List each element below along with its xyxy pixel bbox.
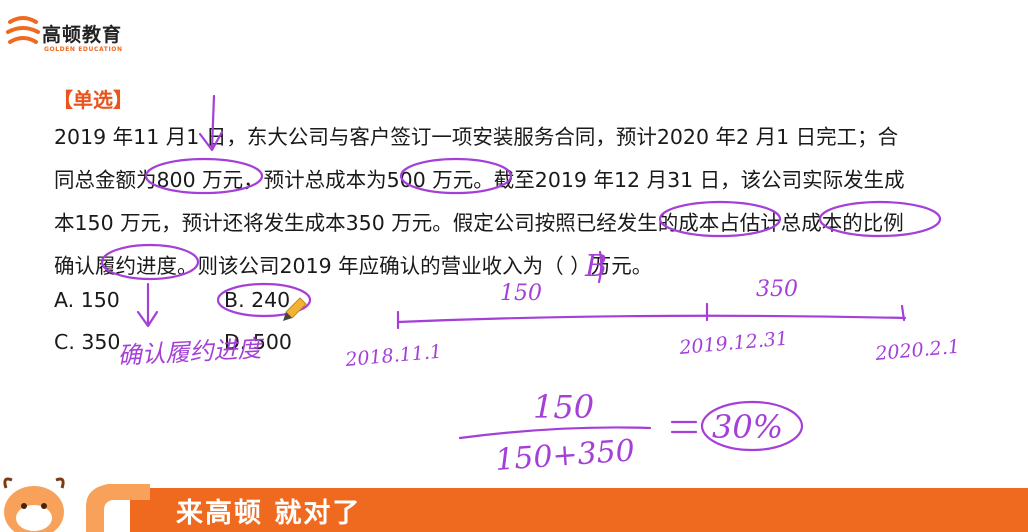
timeline-end-date: 2020.2.1 bbox=[874, 336, 961, 365]
cow-mascot-icon bbox=[3, 477, 150, 532]
pen-circle bbox=[100, 243, 200, 281]
banner-slogan: 来高顿 就对了 bbox=[176, 498, 362, 529]
fraction-numerator: 150 bbox=[533, 388, 594, 426]
timeline-segment-1: 150 bbox=[500, 281, 542, 306]
pen-circle bbox=[399, 157, 513, 195]
pen-circle bbox=[658, 200, 782, 238]
timeline-segment-2: 350 bbox=[756, 277, 798, 302]
pen-circle bbox=[818, 200, 942, 238]
ink-annotation-layer: B 确认履约进度 150 350 2018.11.1 2019.12.31 20… bbox=[100, 94, 961, 478]
equals-sign bbox=[670, 420, 698, 434]
bottom-banner: 来高顿 就对了 bbox=[0, 470, 1028, 532]
pen-circle bbox=[144, 157, 264, 195]
handwritten-progress-note: 确认履约进度 bbox=[117, 334, 266, 370]
pen-arrow bbox=[136, 282, 159, 328]
timeline-mid-date: 2019.12.31 bbox=[678, 328, 789, 359]
pen-arrow bbox=[198, 94, 224, 152]
lecture-slide: 高顿教育 GOLDEN EDUCATION 【单选】 2019 年11 月1 日… bbox=[0, 0, 1028, 532]
fraction-result: 30% bbox=[712, 408, 783, 446]
timeline-line bbox=[396, 314, 907, 324]
timeline-start-date: 2018.11.1 bbox=[344, 341, 443, 371]
answer-mark: B bbox=[584, 249, 607, 284]
